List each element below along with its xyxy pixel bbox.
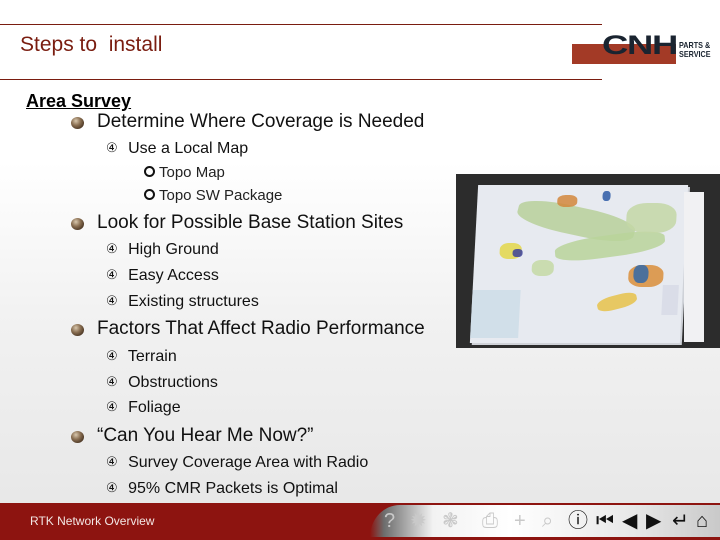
crosshair-icon: + <box>514 510 526 532</box>
sub-bullet-text: Foliage <box>128 399 181 416</box>
sub-bullet-item: ④ Survey Coverage Area with Radio <box>106 454 368 472</box>
sub-bullet-text: 95% CMR Packets is Optimal <box>128 480 338 497</box>
next-slide-icon[interactable]: ▶ <box>646 510 661 532</box>
bullet-text: Factors That Affect Radio Performance <box>97 318 425 339</box>
sub-bullet-item: ④ Existing structures <box>106 293 259 311</box>
help-icon: ? <box>384 510 396 532</box>
sub-bullet-item: ④ Obstructions <box>106 374 218 392</box>
zoom-icon: ⌕ <box>542 510 554 532</box>
circled-four-icon: ④ <box>106 267 118 282</box>
ball-bullet-icon <box>71 324 84 336</box>
sub-bullet-text: Obstructions <box>128 374 218 391</box>
first-slide-icon[interactable]: ⏮ <box>596 510 614 532</box>
sub-bullet-text: Easy Access <box>128 267 219 284</box>
sub-bullet-item: ④ Use a Local Map <box>106 140 248 158</box>
bullet-item: “Can You Hear Me Now?” <box>71 425 314 447</box>
ring-bullet-icon <box>144 189 155 200</box>
section-heading: Area Survey <box>26 91 132 111</box>
map-paper <box>469 185 689 343</box>
return-icon[interactable]: ↵ <box>672 510 689 532</box>
slide-title: Steps to install <box>20 33 163 56</box>
logo-subtitle: PARTS & SERVICE <box>679 41 711 59</box>
sub-bullet-text: Terrain <box>127 348 177 365</box>
circled-four-icon: ④ <box>106 241 118 256</box>
ball-bullet-icon <box>71 431 84 443</box>
sub-sub-bullet-text: Topo Map <box>159 164 225 181</box>
bullet-text: Determine Where Coverage is Needed <box>97 111 425 132</box>
sub-bullet-item: ④ Foliage <box>106 399 181 417</box>
sub-sub-bullet-text: Topo SW Package <box>159 187 283 204</box>
circled-four-icon: ④ <box>106 140 118 155</box>
sub-bullet-item: ④ 95% CMR Packets is Optimal <box>106 480 338 498</box>
sub-bullet-item: ④ Terrain <box>106 348 177 366</box>
parts-icon: ✹ <box>410 510 427 532</box>
map-photo <box>456 174 720 348</box>
bullet-item: Look for Possible Base Station Sites <box>71 212 404 234</box>
circled-four-icon: ④ <box>106 348 118 363</box>
navigation-toolbar: ? ✹ ❃ ⎙ + ⌕ ⓘ ⏮ ◀ ▶ ↵ ⌂ <box>370 505 720 537</box>
title-rule-top <box>0 24 602 25</box>
bullet-text: Look for Possible Base Station Sites <box>97 212 404 233</box>
logo-subtitle-line2: SERVICE <box>679 49 711 59</box>
cnh-logo: CNH PARTS & SERVICE <box>572 30 720 70</box>
footer-title: RTK Network Overview <box>30 514 155 528</box>
map-paper-edge <box>684 192 704 342</box>
print-icon: ⎙ <box>482 510 498 532</box>
sub-bullet-text: High Ground <box>128 241 219 258</box>
sub-bullet-item: ④ Easy Access <box>106 267 219 285</box>
sub-bullet-text: Survey Coverage Area with Radio <box>128 454 369 471</box>
circled-four-icon: ④ <box>106 293 118 308</box>
bullet-item: Factors That Affect Radio Performance <box>71 318 425 340</box>
previous-slide-icon[interactable]: ◀ <box>622 510 637 532</box>
ring-bullet-icon <box>144 166 155 177</box>
bullet-text: “Can You Hear Me Now?” <box>97 425 314 446</box>
circled-four-icon: ④ <box>106 480 118 495</box>
sub-bullet-text: Use a Local Map <box>128 140 249 157</box>
ball-bullet-icon <box>71 117 84 129</box>
circled-four-icon: ④ <box>106 399 118 414</box>
ball-bullet-icon <box>71 218 84 230</box>
circled-four-icon: ④ <box>106 374 118 389</box>
sub-bullet-text: Existing structures <box>128 293 259 310</box>
home-icon[interactable]: ⌂ <box>696 510 708 532</box>
sub-sub-bullet-item: Topo Map <box>144 164 225 181</box>
bullet-item: Determine Where Coverage is Needed <box>71 111 425 133</box>
logo-brand: CNH <box>602 30 678 60</box>
title-rule-bottom <box>0 79 602 80</box>
sub-sub-bullet-item: Topo SW Package <box>144 187 282 204</box>
circled-four-icon: ④ <box>106 454 118 469</box>
info-icon[interactable]: ⓘ <box>568 510 588 532</box>
video-icon: ❃ <box>442 510 459 532</box>
sub-bullet-item: ④ High Ground <box>106 241 219 259</box>
